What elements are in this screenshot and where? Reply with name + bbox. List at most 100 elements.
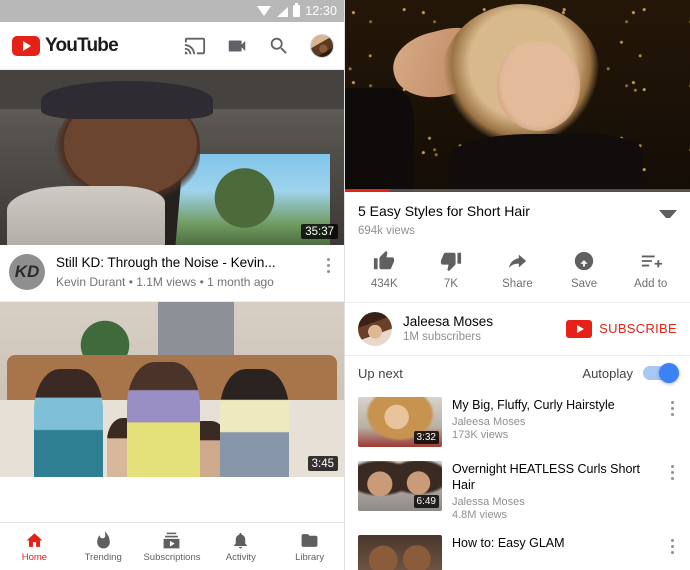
video-progress-fill (345, 189, 390, 192)
channel-avatar[interactable] (358, 311, 392, 346)
player-still-sleeve (345, 88, 414, 192)
thumbnail-art-bedroom (0, 302, 344, 477)
suggested-duration-badge: 3:32 (413, 430, 439, 444)
share-icon (509, 254, 527, 268)
suggested-title: Overnight HEATLESS Curls Short Hair (452, 461, 641, 492)
cast-icon[interactable] (184, 35, 206, 57)
autoplay-label: Autoplay (582, 365, 633, 381)
suggested-views: 173K views (452, 428, 509, 441)
video-header-text: 5 Easy Styles for Short Hair 694k views (358, 203, 659, 237)
channel-text: Jaleesa Moses 1M subscribers (403, 314, 566, 343)
nav-item-home[interactable]: Home (0, 531, 69, 563)
suggested-text-block: Overnight HEATLESS Curls Short Hair Jale… (452, 461, 664, 522)
suggested-duration-badge: 6:49 (413, 494, 439, 508)
more-options-icon[interactable] (664, 397, 680, 416)
suggested-thumbnail[interactable] (358, 535, 442, 570)
more-options-icon[interactable] (320, 254, 336, 273)
video-subtitle: Kevin Durant • 1.1M views • 1 month ago (56, 274, 274, 289)
add-to-label: Add to (634, 277, 668, 290)
video-action-row: 434K 7K Share Save Add to (345, 246, 690, 302)
up-next-label: Up next (358, 365, 403, 381)
suggested-views: 4.8M views (452, 509, 508, 521)
suggested-thumbnail[interactable]: 3:32 (358, 396, 442, 447)
nav-label: Home (21, 551, 48, 563)
youtube-play-icon (12, 35, 40, 56)
save-button[interactable]: Save (551, 250, 618, 290)
wifi-icon (257, 5, 272, 17)
more-options-icon[interactable] (664, 461, 680, 480)
player-still-shoulder (448, 134, 642, 192)
signal-icon (276, 6, 289, 17)
video-title: Still KD: Through the Noise - Kevin... (56, 255, 276, 270)
dislike-count: 7K (443, 277, 458, 290)
channel-row[interactable]: Jaleesa Moses 1M subscribers SUBSCRIBE (345, 301, 690, 356)
suggested-title: My Big, Fluffy, Curly Hairstyle (452, 397, 615, 412)
home-icon (26, 532, 43, 547)
like-button[interactable]: 434K (351, 250, 418, 290)
flame-icon (96, 531, 110, 548)
subscribe-label: SUBSCRIBE (599, 321, 677, 336)
channel-subscriber-count: 1M subscribers (403, 331, 481, 343)
suggested-video-item[interactable]: How to: Easy GLAM (345, 528, 690, 570)
video-view-count: 694k views (358, 224, 415, 237)
search-icon[interactable] (268, 35, 290, 57)
bottom-navigation: Home Trending Subscriptions Activity Lib… (0, 522, 344, 570)
nav-item-subscriptions[interactable]: Subscriptions (138, 531, 207, 563)
thumbs-up-icon (374, 250, 395, 269)
feed-video-card[interactable]: 35:37 KD Still KD: Through the Noise - K… (0, 70, 344, 301)
suggested-title: How to: Easy GLAM (452, 536, 565, 550)
youtube-logo[interactable]: YouTube (12, 34, 119, 57)
subscriptions-icon (164, 532, 180, 548)
suggested-video-item[interactable]: 6:49 Overnight HEATLESS Curls Short Hair… (345, 454, 690, 529)
video-thumbnail[interactable]: 3:45 (0, 302, 344, 477)
account-avatar[interactable] (310, 33, 334, 58)
nav-label: Activity (225, 551, 256, 563)
share-label: Share (502, 277, 533, 290)
video-header[interactable]: 5 Easy Styles for Short Hair 694k views (345, 192, 690, 246)
video-progress-bar[interactable] (345, 189, 690, 192)
dislike-button[interactable]: 7K (418, 250, 485, 290)
add-to-button[interactable]: Add to (617, 250, 684, 290)
subscribe-button[interactable]: SUBSCRIBE (566, 319, 677, 338)
toggle-knob (659, 363, 679, 383)
watch-screen: 5 Easy Styles for Short Hair 694k views … (345, 0, 690, 570)
nav-item-library[interactable]: Library (275, 531, 344, 563)
nav-item-activity[interactable]: Activity (206, 531, 275, 563)
header-actions (184, 33, 334, 58)
suggested-text-block: My Big, Fluffy, Curly Hairstyle Jaleesa … (452, 397, 664, 441)
suggested-channel: Jalessa Moses (452, 496, 525, 508)
share-button[interactable]: Share (484, 250, 551, 290)
save-download-icon (574, 251, 594, 270)
video-feed-list[interactable]: 35:37 KD Still KD: Through the Noise - K… (0, 70, 344, 522)
nav-item-trending[interactable]: Trending (69, 531, 138, 563)
video-duration-badge: 35:37 (301, 224, 338, 239)
add-to-playlist-icon (641, 255, 662, 267)
suggested-channel: Jaleesa Moses (452, 415, 526, 428)
channel-avatar[interactable]: KD (9, 254, 45, 290)
video-title: 5 Easy Styles for Short Hair (358, 203, 530, 219)
battery-icon (293, 3, 301, 17)
autoplay-toggle[interactable] (643, 363, 679, 383)
video-meta-row: KD Still KD: Through the Noise - Kevin..… (0, 245, 344, 301)
nav-label: Trending (84, 551, 122, 563)
video-player[interactable] (345, 0, 690, 192)
chevron-down-icon[interactable] (659, 205, 677, 223)
channel-name: Jaleesa Moses (403, 314, 494, 329)
thumbnail-art-glam (358, 535, 442, 570)
thumbnail-art-car-interior (0, 70, 344, 245)
status-bar: 12:30 (0, 0, 344, 22)
bell-icon (234, 532, 248, 548)
youtube-wordmark: YouTube (45, 34, 119, 56)
camera-icon[interactable] (226, 35, 248, 57)
suggested-video-item[interactable]: 3:32 My Big, Fluffy, Curly Hairstyle Jal… (345, 390, 690, 454)
feed-video-card[interactable]: 3:45 (0, 302, 344, 477)
up-next-bar: Up next Autoplay (345, 356, 690, 390)
app-header: YouTube (0, 22, 344, 70)
video-duration-badge: 3:45 (307, 456, 338, 471)
video-thumbnail[interactable]: 35:37 (0, 70, 344, 245)
save-label: Save (570, 277, 598, 290)
video-text-block: Still KD: Through the Noise - Kevin... K… (56, 254, 320, 289)
more-options-icon[interactable] (664, 535, 680, 554)
suggested-thumbnail[interactable]: 6:49 (358, 460, 442, 511)
like-count: 434K (370, 277, 398, 290)
